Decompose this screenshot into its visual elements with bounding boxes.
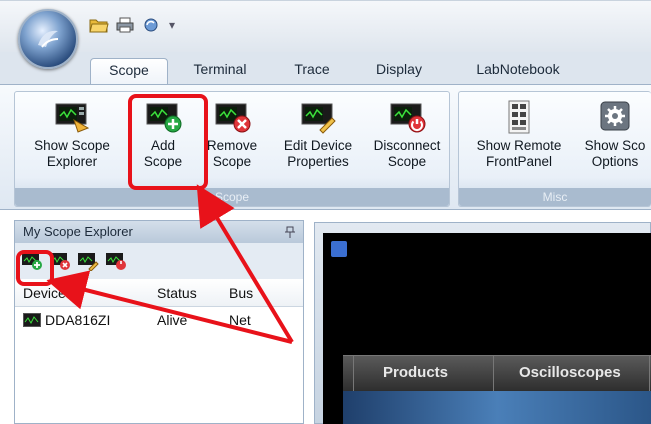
device-name: DDA816ZI (45, 312, 111, 328)
scope-explorer-title: My Scope Explorer (15, 221, 303, 243)
application-orb-icon (38, 30, 59, 48)
tab-scope[interactable]: Scope (90, 58, 168, 85)
tab-trace[interactable]: Trace (280, 58, 344, 84)
tab-display[interactable]: Display (362, 58, 436, 84)
open-folder-icon[interactable] (88, 15, 110, 35)
nav-oscilloscopes[interactable]: Oscilloscopes (519, 364, 621, 381)
nav-products[interactable]: Products (383, 364, 448, 381)
show-scope-explorer-button[interactable]: Show Scope Explorer (17, 98, 127, 184)
title-bar: ▾ (0, 0, 651, 69)
remove-scope-label: Remove Scope (206, 138, 258, 169)
frontpanel-logo-icon (331, 241, 347, 257)
add-scope-icon[interactable] (21, 251, 43, 271)
ribbon-group-misc: Show Remote FrontPanel Show Sco Options … (458, 91, 651, 207)
show-scope-explorer-label: Show Scope Explorer (34, 138, 110, 169)
add-scope-button[interactable]: Add Scope (131, 98, 195, 184)
column-header-device[interactable]: Device (23, 285, 66, 301)
remove-scope-icon (215, 103, 251, 133)
scope-device-icon (23, 313, 41, 327)
scope-explorer-icon (55, 103, 90, 133)
show-scope-options-button[interactable]: Show Sco Options (575, 98, 651, 184)
column-header-status[interactable]: Status (157, 285, 197, 301)
add-scope-icon (146, 103, 182, 133)
disconnect-scope-label: Disconnect Scope (373, 138, 441, 169)
remove-scope-icon[interactable] (49, 251, 71, 271)
column-header-bus[interactable]: Bus (229, 285, 253, 301)
edit-device-icon[interactable] (77, 251, 99, 271)
remote-frontpanel: Products Oscilloscopes (314, 222, 651, 424)
edit-device-properties-button[interactable]: Edit Device Properties (271, 98, 365, 184)
frontpanel-navbar: Products Oscilloscopes (343, 355, 651, 392)
ribbon-tab-bar: Scope Terminal Trace Display LabNotebook (0, 52, 651, 85)
ribbon-group-scope: Show Scope Explorer Add Scope Remove Sco… (14, 91, 450, 207)
device-status: Alive (157, 312, 188, 328)
ribbon-group-misc-label: Misc (459, 188, 651, 206)
add-scope-label: Add Scope (143, 138, 183, 169)
disconnect-scope-icon[interactable] (105, 251, 127, 271)
scope-explorer-title-text: My Scope Explorer (23, 224, 133, 239)
ribbon-group-scope-label: Scope (15, 188, 449, 206)
nav-separator (493, 356, 494, 392)
tab-terminal[interactable]: Terminal (180, 58, 260, 84)
nav-separator (353, 356, 354, 392)
nav-separator (649, 356, 650, 392)
disconnect-scope-icon (390, 103, 426, 133)
table-row[interactable]: DDA816ZI Alive Net (15, 307, 303, 333)
ribbon: Show Scope Explorer Add Scope Remove Sco… (0, 84, 651, 210)
options-gear-icon (600, 101, 630, 131)
remote-frontpanel-icon (508, 100, 530, 134)
application-orb[interactable] (18, 9, 78, 69)
dropdown-arrow-icon[interactable]: ▾ (166, 15, 178, 35)
edit-device-icon (301, 103, 336, 134)
device-bus: Net (229, 312, 251, 328)
show-remote-frontpanel-button[interactable]: Show Remote FrontPanel (467, 98, 571, 184)
frontpanel-display: Products Oscilloscopes (323, 233, 651, 424)
scope-explorer-pane: My Scope Explorer Device Status Bus DDA8… (14, 220, 304, 424)
edit-device-properties-label: Edit Device Properties (283, 138, 353, 169)
show-remote-frontpanel-label: Show Remote FrontPanel (476, 138, 562, 169)
disconnect-scope-button[interactable]: Disconnect Scope (365, 98, 449, 184)
scope-grid-header: Device Status Bus (15, 279, 303, 307)
print-icon[interactable] (114, 15, 136, 35)
show-scope-options-label: Show Sco Options (584, 138, 646, 169)
refresh-icon[interactable] (140, 15, 162, 35)
scope-explorer-toolbar (15, 243, 303, 279)
frontpanel-banner (343, 391, 651, 424)
tab-labnotebook[interactable]: LabNotebook (460, 58, 576, 84)
quick-access-toolbar: ▾ (88, 15, 178, 35)
pin-icon[interactable] (285, 226, 295, 238)
remove-scope-button[interactable]: Remove Scope (199, 98, 265, 184)
